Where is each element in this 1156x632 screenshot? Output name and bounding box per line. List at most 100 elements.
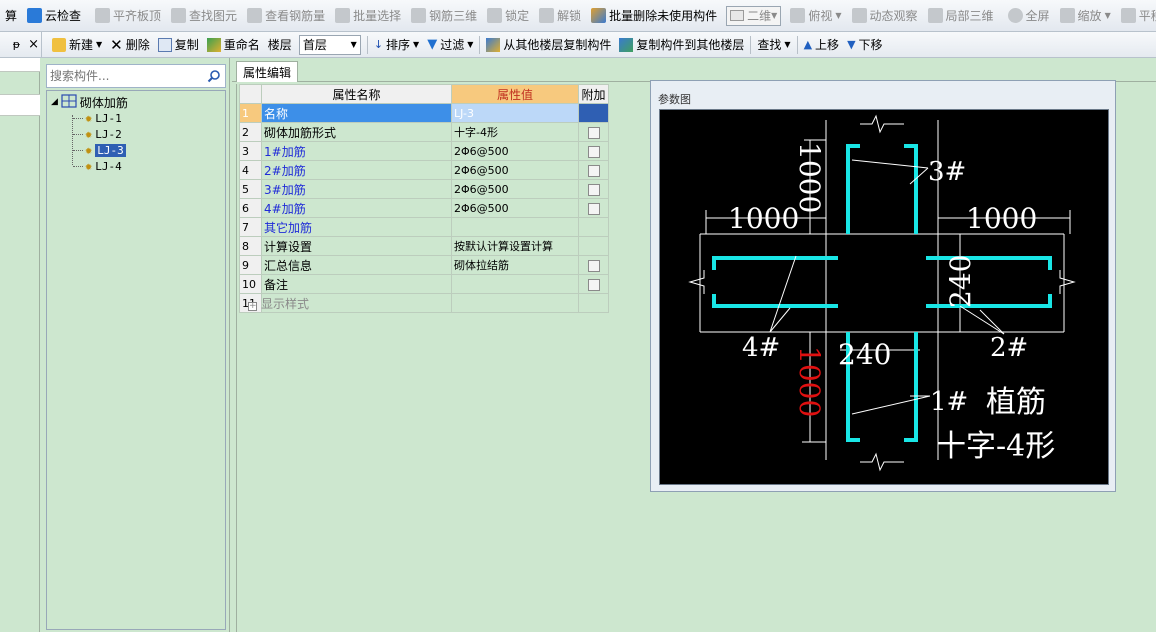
header-value[interactable]: 属性值 — [451, 84, 579, 104]
tab-property-edit[interactable]: 属性编辑 — [236, 61, 298, 82]
property-value-cell[interactable]: LJ-3 — [451, 103, 579, 123]
copy-to-floor-button[interactable]: 复制构件到其他楼层 — [615, 36, 748, 53]
property-value-cell[interactable]: 2Φ6@500 — [451, 198, 579, 218]
local-3d-button[interactable]: 局部三维 — [923, 4, 999, 28]
property-name-cell[interactable]: 其它加筋 — [261, 217, 452, 237]
lock-icon — [487, 8, 503, 23]
tree-item-lj4[interactable]: ✹ LJ-4 — [85, 158, 122, 174]
orbit-button[interactable]: 动态观察 — [847, 4, 923, 28]
extra-checkbox[interactable] — [587, 278, 600, 291]
extra-checkbox[interactable] — [587, 126, 600, 139]
search-icon[interactable] — [203, 65, 225, 87]
property-value-cell[interactable]: 按默认计算设置计算 — [451, 236, 579, 256]
extra-checkbox[interactable] — [587, 183, 600, 196]
new-button[interactable]: 新建 ▼ — [48, 36, 106, 53]
move-up-button[interactable]: ▲ 上移 — [800, 36, 843, 53]
pan-button[interactable]: 平移 — [1116, 4, 1156, 28]
sort-button[interactable]: ↓ 排序 ▼ — [370, 36, 423, 53]
property-row[interactable]: 7 其它加筋 — [239, 217, 609, 237]
row-number[interactable]: 3 — [239, 141, 262, 161]
row-number[interactable]: 2 — [239, 122, 262, 142]
row-number[interactable]: 1 — [239, 103, 262, 123]
property-value-cell[interactable]: 十字-4形 — [451, 122, 579, 142]
property-name: 1#加筋 — [264, 144, 306, 159]
extra-checkbox[interactable] — [587, 164, 600, 177]
row-number[interactable]: 7 — [239, 217, 262, 237]
property-value-cell[interactable] — [451, 293, 579, 313]
header-name[interactable]: 属性名称 — [261, 84, 452, 104]
property-name-cell[interactable]: 备注 — [261, 274, 452, 294]
row-number[interactable]: 10 — [239, 274, 262, 294]
row-number[interactable]: 4 — [239, 160, 262, 180]
tree-item-lj1[interactable]: ✹ LJ-1 — [85, 110, 122, 126]
view-rebar-qty-button[interactable]: 查看钢筋量 — [242, 4, 330, 28]
property-row[interactable]: 1 名称 LJ-3 — [239, 103, 609, 123]
property-value-cell[interactable]: 2Φ6@500 — [451, 141, 579, 161]
tree-item-lj2[interactable]: ✹ LJ-2 — [85, 126, 122, 142]
row-number[interactable]: 8 — [239, 236, 262, 256]
property-name-cell[interactable]: 1#加筋 — [261, 141, 452, 161]
lock-button[interactable]: 锁定 — [482, 4, 534, 28]
find-element-button[interactable]: 查找图元 — [166, 4, 242, 28]
close-icon[interactable]: × — [28, 37, 39, 52]
move-down-button[interactable]: ▼ 下移 — [843, 36, 886, 53]
property-row[interactable]: 2 砌体加筋形式 十字-4形 — [239, 122, 609, 142]
property-name-cell[interactable]: 砌体加筋形式 — [261, 122, 452, 142]
tree-root-node[interactable]: ◢ 砌体加筋 — [51, 93, 128, 110]
fullscreen-button[interactable]: 全屏 — [1003, 4, 1055, 28]
property-name-cell[interactable]: + 显示样式 — [248, 293, 452, 313]
extra-checkbox[interactable] — [587, 259, 600, 272]
property-value-cell[interactable]: 2Φ6@500 — [451, 179, 579, 199]
property-table: 属性名称 属性值 附加 1 名称 LJ-3 2 砌体加筋形式 十字-4形 3 1#加筋 2Φ6@… — [239, 84, 609, 313]
extra-checkbox[interactable] — [587, 202, 600, 215]
rename-button[interactable]: 重命名 — [203, 36, 264, 53]
find-button[interactable]: 查找 ▼ — [753, 36, 794, 53]
property-row[interactable]: 10 备注 — [239, 274, 609, 294]
property-row[interactable]: 3 1#加筋 2Φ6@500 — [239, 141, 609, 161]
top-view-button[interactable]: 俯视 ▼ — [785, 4, 846, 28]
extra-checkbox[interactable] — [587, 145, 600, 158]
unlock-button[interactable]: 解锁 — [534, 4, 586, 28]
batch-select-button[interactable]: 批量选择 — [330, 4, 406, 28]
property-value-cell[interactable]: 2Φ6@500 — [451, 160, 579, 180]
property-row[interactable]: 9 汇总信息 砌体拉结筋 — [239, 255, 609, 275]
row-number[interactable]: 6 — [239, 198, 262, 218]
parameter-figure-window: 参数图 1000 1000 1000 1000 240 240 3# 4# 2#… — [650, 80, 1116, 492]
property-value-cell[interactable] — [451, 274, 579, 294]
delete-button[interactable]: ✕ 删除 — [106, 36, 154, 53]
search-input[interactable] — [47, 66, 203, 86]
calc-button[interactable]: 算 — [0, 4, 22, 28]
collapse-icon[interactable]: ◢ — [51, 97, 58, 107]
floor-select[interactable]: 首层 ▼ — [298, 34, 361, 55]
property-row[interactable]: 6 4#加筋 2Φ6@500 — [239, 198, 609, 218]
expand-icon[interactable]: + — [248, 301, 257, 311]
property-name-cell[interactable]: 汇总信息 — [261, 255, 452, 275]
property-row[interactable]: 4 2#加筋 2Φ6@500 — [239, 160, 609, 180]
pin-icon[interactable]: ᵽ — [13, 38, 20, 51]
row-number[interactable]: 9 — [239, 255, 262, 275]
copy-button[interactable]: 复制 — [154, 36, 203, 53]
align-slab-top-button[interactable]: 平齐板顶 — [90, 4, 166, 28]
property-name-cell[interactable]: 2#加筋 — [261, 160, 452, 180]
property-value-cell[interactable] — [451, 217, 579, 237]
property-row[interactable]: 11+显示样式 — [239, 293, 609, 313]
copy-from-floor-button[interactable]: 从其他楼层复制构件 — [482, 36, 615, 53]
tree-item-lj3[interactable]: ✹ LJ-3 — [85, 142, 126, 158]
zoom-button[interactable]: 缩放 ▼ — [1055, 4, 1116, 28]
cloud-check-button[interactable]: 云检查 — [22, 4, 86, 28]
property-name-cell[interactable]: 计算设置 — [261, 236, 452, 256]
property-name-cell[interactable]: 名称 — [261, 103, 452, 123]
property-name-cell[interactable]: 3#加筋 — [261, 179, 452, 199]
property-value-cell[interactable]: 砌体拉结筋 — [451, 255, 579, 275]
dock-row[interactable] — [0, 58, 40, 72]
view-mode-select[interactable]: 二维 ▼ — [726, 5, 782, 26]
property-name-cell[interactable]: 4#加筋 — [261, 198, 452, 218]
row-number[interactable]: 5 — [239, 179, 262, 199]
dock-row-selected[interactable] — [0, 94, 40, 116]
header-extra[interactable]: 附加 — [578, 84, 609, 104]
batch-delete-unused-button[interactable]: 批量删除未使用构件 — [586, 4, 722, 28]
property-row[interactable]: 5 3#加筋 2Φ6@500 — [239, 179, 609, 199]
rebar-3d-button[interactable]: 钢筋三维 — [406, 4, 482, 28]
filter-button[interactable]: ▼ 过滤 ▼ — [423, 36, 477, 53]
property-row[interactable]: 8 计算设置 按默认计算设置计算 — [239, 236, 609, 256]
